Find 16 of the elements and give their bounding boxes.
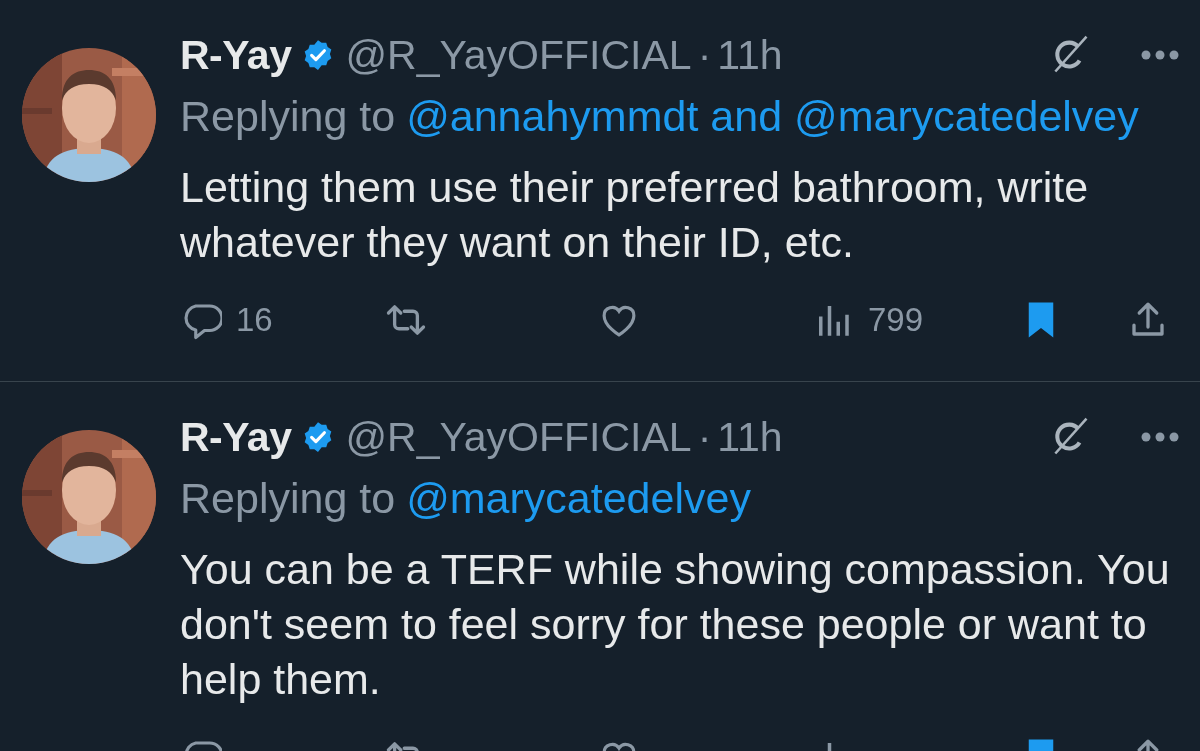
- action-count: 799: [868, 301, 924, 339]
- replying-label: Replying to: [180, 474, 396, 522]
- action-count: 16: [236, 301, 273, 339]
- separator-dot: ·: [697, 31, 712, 79]
- tweet-text: Letting them use their preferred bathroom, write whatever they want on their ID, etc.: [180, 162, 1090, 268]
- author-handle[interactable]: @R_YayOFFICIAL: [345, 413, 692, 461]
- mention-links[interactable]: @annahymmdt and @marycatedelvey: [406, 92, 1139, 140]
- mention-links[interactable]: @marycatedelvey: [406, 474, 751, 522]
- replying-label: Replying to: [180, 92, 396, 140]
- separator-dot: ·: [697, 413, 712, 461]
- tweet-text: You can be a TERF while showing compassion. You don't seem to feel sorry for these people or want to help them.: [180, 544, 1171, 705]
- timestamp: 11h: [717, 31, 783, 79]
- author-name[interactable]: R-Yay: [180, 31, 292, 79]
- timestamp: 11h: [717, 413, 783, 461]
- author-name[interactable]: R-Yay: [180, 413, 292, 461]
- author-handle[interactable]: @R_YayOFFICIAL: [345, 31, 692, 79]
